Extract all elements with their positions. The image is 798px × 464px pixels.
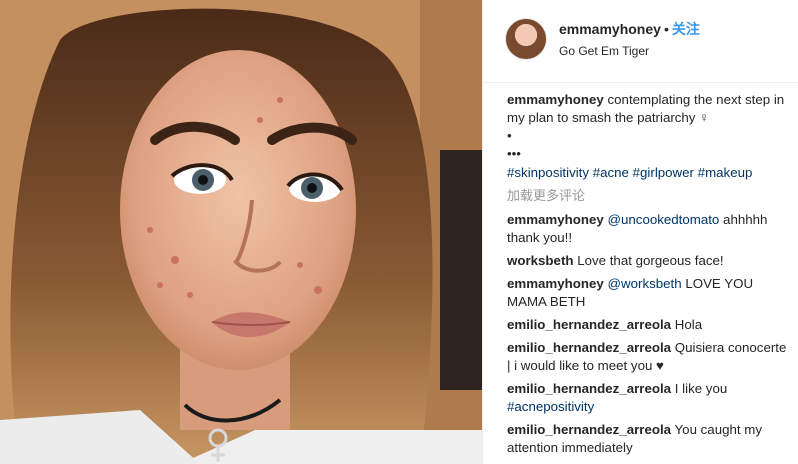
comment: worksbeth Love that gorgeous face! [507, 252, 788, 270]
comments-list: emmamyhoney contemplating the next step … [483, 83, 798, 457]
comment-mention[interactable]: @worksbeth [608, 276, 682, 291]
comment-username[interactable]: emilio_hernandez_arreola [507, 422, 671, 437]
comment-username[interactable]: emilio_hernandez_arreola [507, 317, 671, 332]
separator-dot: • [663, 21, 669, 37]
header-text: emmamyhoney • 关注 Go Get Em Tiger [559, 20, 700, 59]
selfie-illustration [0, 0, 482, 464]
comment: emmamyhoney @uncookedtomato ahhhhh thank… [507, 211, 788, 247]
comment-mention[interactable]: @uncookedtomato [608, 212, 720, 227]
comment-username[interactable]: emmamyhoney [507, 212, 604, 227]
comment: emilio_hernandez_arreola Hola [507, 316, 788, 334]
comment-text: Love that gorgeous face! [577, 253, 724, 268]
comment-hashtag[interactable]: #acnepositivity [507, 399, 594, 414]
comment-text: Hola [674, 317, 703, 332]
comment-username[interactable]: emilio_hernandez_arreola [507, 340, 671, 355]
header-user-line: emmamyhoney • 关注 [559, 20, 700, 38]
instagram-post: emmamyhoney • 关注 Go Get Em Tiger emmamyhon… [0, 0, 798, 464]
comment: emmamyhoney @worksbeth LOVE YOU MAMA BET… [507, 275, 788, 311]
load-more-comments-button[interactable]: 加载更多评论 [507, 187, 788, 205]
comment-username[interactable]: worksbeth [507, 253, 574, 268]
follow-button[interactable]: 关注 [672, 21, 700, 37]
comment-username[interactable]: emmamyhoney [507, 276, 604, 291]
comment: emilio_hernandez_arreola Quisiera conoce… [507, 339, 788, 375]
comment: emilio_hernandez_arreola You caught my a… [507, 421, 788, 457]
caption-ellipsis-line: ••• [507, 146, 521, 161]
comment: emilio_hernandez_arreola I like you #acn… [507, 380, 788, 416]
header-username[interactable]: emmamyhoney [559, 21, 661, 37]
location-link[interactable]: Go Get Em Tiger [559, 43, 700, 59]
comment-text: I like you [674, 381, 728, 396]
post-sidebar: emmamyhoney • 关注 Go Get Em Tiger emmamyhon… [482, 0, 798, 464]
caption: emmamyhoney contemplating the next step … [507, 91, 788, 182]
caption-username[interactable]: emmamyhoney [507, 92, 604, 107]
caption-hashtags[interactable]: #skinpositivity #acne #girlpower #makeup [507, 164, 788, 182]
post-photo[interactable] [0, 0, 482, 464]
avatar[interactable] [505, 18, 547, 60]
post-header: emmamyhoney • 关注 Go Get Em Tiger [483, 0, 798, 83]
caption-dot-line: • [507, 128, 512, 143]
comment-username[interactable]: emilio_hernandez_arreola [507, 381, 671, 396]
